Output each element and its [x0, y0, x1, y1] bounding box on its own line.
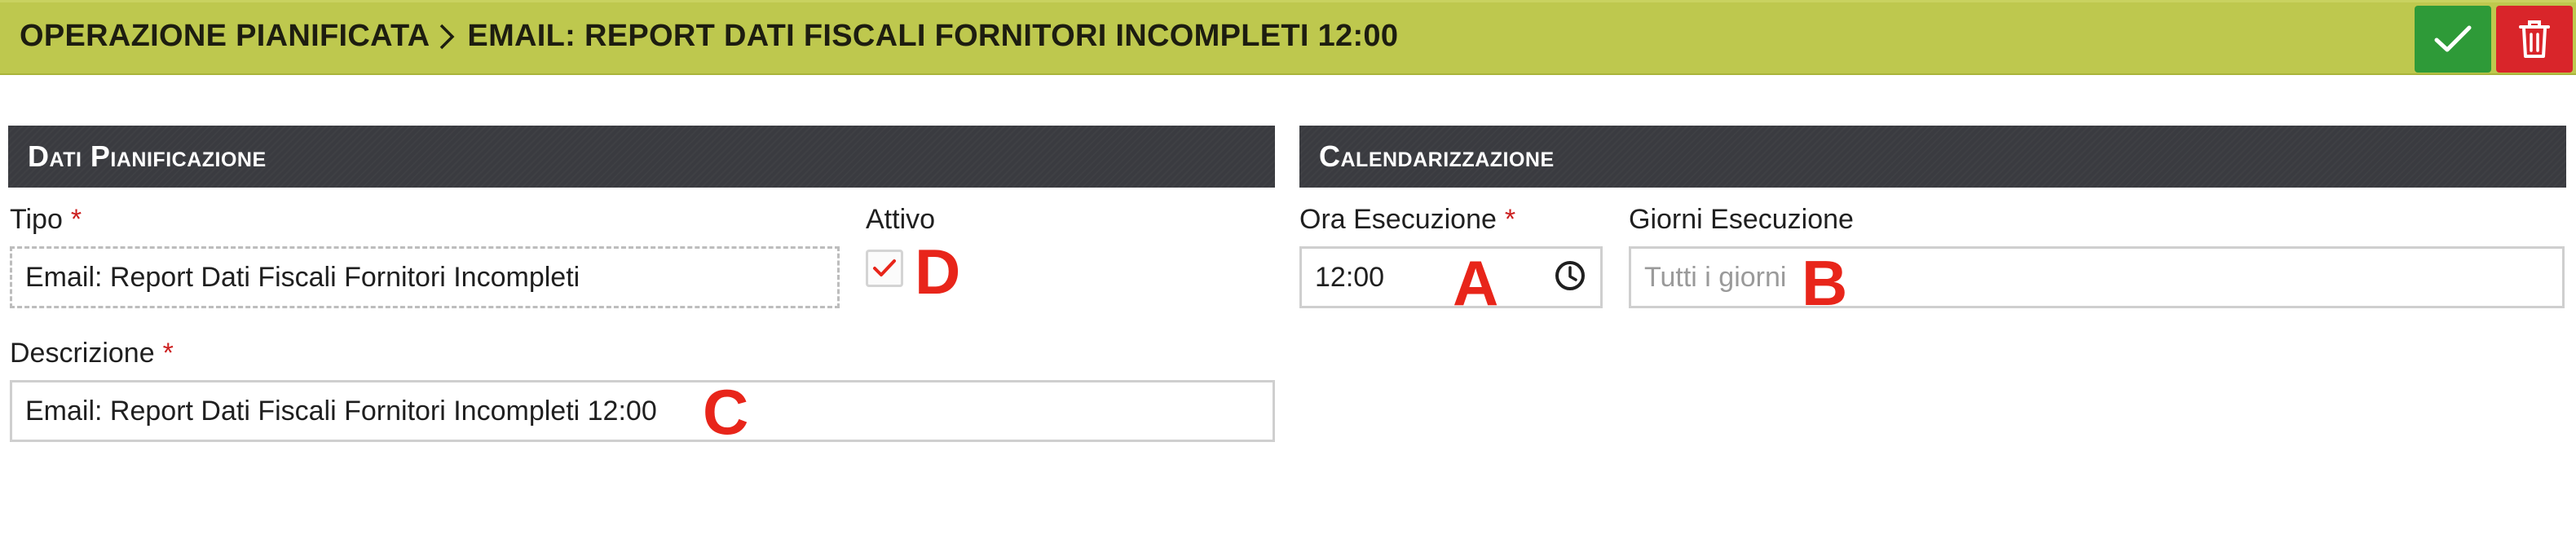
breadcrumb-section[interactable]: OPERAZIONE PIANIFICATA — [20, 19, 430, 54]
attivo-label: Attivo — [866, 204, 936, 235]
attivo-checkbox[interactable] — [866, 250, 903, 287]
chevron-right-icon — [438, 23, 456, 51]
giorni-esecuzione-placeholder: Tutti i giorni — [1644, 261, 1787, 293]
trash-icon — [2519, 20, 2550, 58]
dati-pianificazione-header: Dati Pianificazione — [8, 126, 1275, 188]
descrizione-value: Email: Report Dati Fiscali Fornitori Inc… — [25, 395, 657, 427]
tipo-value: Email: Report Dati Fiscali Fornitori Inc… — [25, 261, 580, 293]
tipo-label-text: Tipo — [10, 204, 63, 235]
breadcrumb: OPERAZIONE PIANIFICATA EMAIL: REPORT DAT… — [20, 19, 1398, 54]
required-marker: * — [162, 338, 174, 369]
page-title: EMAIL: REPORT DATI FISCALI FORNITORI INC… — [467, 19, 1399, 53]
top-bar: OPERAZIONE PIANIFICATA EMAIL: REPORT DAT… — [0, 0, 2576, 75]
giorni-esecuzione-input[interactable]: Tutti i giorni — [1629, 246, 2565, 308]
calendarizzazione-header: Calendarizzazione — [1299, 126, 2566, 188]
marker-c: C — [703, 376, 749, 448]
ora-esecuzione-label: Ora Esecuzione * — [1299, 204, 1515, 236]
check-icon — [873, 259, 896, 276]
marker-d: D — [915, 236, 961, 307]
save-button[interactable] — [2415, 6, 2491, 73]
dati-pianificazione-title: Dati Pianificazione — [28, 139, 267, 173]
descrizione-label-text: Descrizione — [10, 338, 155, 369]
giorni-esecuzione-label: Giorni Esecuzione — [1629, 204, 1854, 235]
ora-esecuzione-label-text: Ora Esecuzione — [1299, 204, 1497, 235]
clock-icon[interactable] — [1554, 259, 1586, 296]
required-marker: * — [70, 204, 82, 235]
marker-a: A — [1453, 247, 1499, 319]
check-icon — [2434, 25, 2472, 52]
ora-esecuzione-value: 12:00 — [1315, 261, 1385, 293]
descrizione-input[interactable]: Email: Report Dati Fiscali Fornitori Inc… — [10, 380, 1275, 442]
tipo-label: Tipo * — [10, 204, 82, 236]
required-marker: * — [1504, 204, 1516, 235]
tipo-field[interactable]: Email: Report Dati Fiscali Fornitori Inc… — [10, 246, 840, 308]
delete-button[interactable] — [2496, 6, 2573, 73]
calendarizzazione-title: Calendarizzazione — [1319, 139, 1555, 173]
descrizione-label: Descrizione * — [10, 338, 174, 369]
marker-b: B — [1802, 247, 1848, 319]
